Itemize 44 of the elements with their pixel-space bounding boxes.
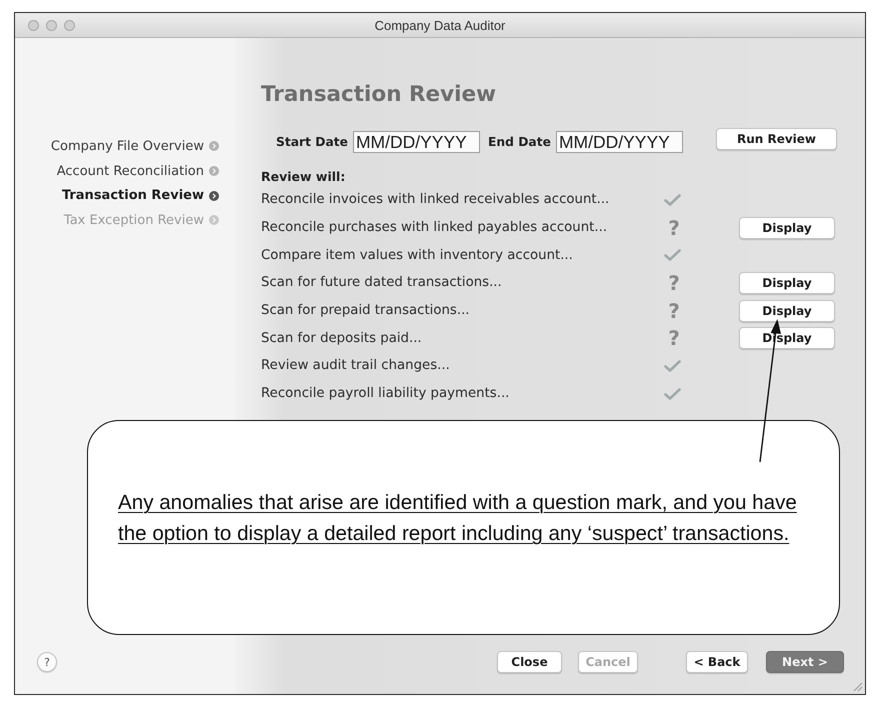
help-button[interactable]: ? — [37, 652, 57, 672]
display-button[interactable]: Display — [739, 216, 835, 239]
checkmark-icon — [664, 249, 682, 262]
question-mark: ? — [668, 300, 680, 322]
checkmark-icon — [664, 194, 682, 206]
end-date-label: End Date — [488, 135, 551, 149]
display-button[interactable]: Display — [739, 272, 835, 294]
next-button[interactable]: Next > — [766, 651, 844, 673]
resize-grip-icon[interactable] — [853, 682, 863, 692]
step-label: Transaction Review — [62, 188, 204, 204]
start-date-field[interactable]: MM/DD/YYYY — [352, 131, 480, 153]
back-button[interactable]: < Back — [686, 651, 748, 673]
step-label: Account Reconciliation — [56, 164, 204, 179]
check-label: Review audit trail changes... — [261, 358, 451, 374]
close-button[interactable]: Close — [497, 651, 562, 673]
chevron-circle-icon — [209, 215, 219, 226]
zoom-window-button[interactable] — [64, 20, 75, 30]
check-label: Scan for deposits paid... — [261, 330, 423, 346]
question-mark: ? — [668, 272, 680, 294]
review-heading: Review will: — [261, 169, 346, 185]
chevron-circle-icon — [209, 166, 219, 176]
checkmark-icon — [664, 388, 682, 400]
check-label: Scan for future dated transactions... — [261, 275, 503, 290]
close-window-button[interactable] — [28, 20, 39, 30]
chevron-circle-icon — [209, 141, 219, 152]
question-mark: ? — [668, 216, 680, 239]
check-label: Compare item values with inventory account... — [261, 248, 574, 263]
run-review-button[interactable]: Run Review — [716, 128, 837, 150]
minimize-window-button[interactable] — [46, 20, 57, 30]
start-date-label: Start Date — [276, 135, 348, 149]
step-label: Tax Exception Review — [64, 212, 204, 228]
checkmark-icon — [664, 360, 682, 372]
display-button[interactable]: Display — [739, 300, 835, 322]
check-label: Reconcile invoices with linked receivables account... — [261, 192, 610, 208]
check-label: Reconcile payroll liability payments... — [261, 386, 510, 402]
page-heading: Transaction Review — [261, 81, 496, 109]
chevron-circle-icon — [209, 190, 219, 201]
callout-text: Any anomalies that arise are identified with a question mark, and you have the option to display a detailed report including any ‘suspect’ transactions. — [118, 490, 798, 547]
end-date-field[interactable]: MM/DD/YYYY — [556, 131, 683, 153]
question-mark: ? — [668, 327, 680, 350]
check-label: Scan for prepaid transactions... — [261, 303, 471, 318]
window-title: Company Data Auditor — [374, 18, 506, 32]
step-label: Company File Overview — [50, 138, 204, 154]
check-label: Reconcile purchases with linked payables account... — [261, 220, 608, 236]
